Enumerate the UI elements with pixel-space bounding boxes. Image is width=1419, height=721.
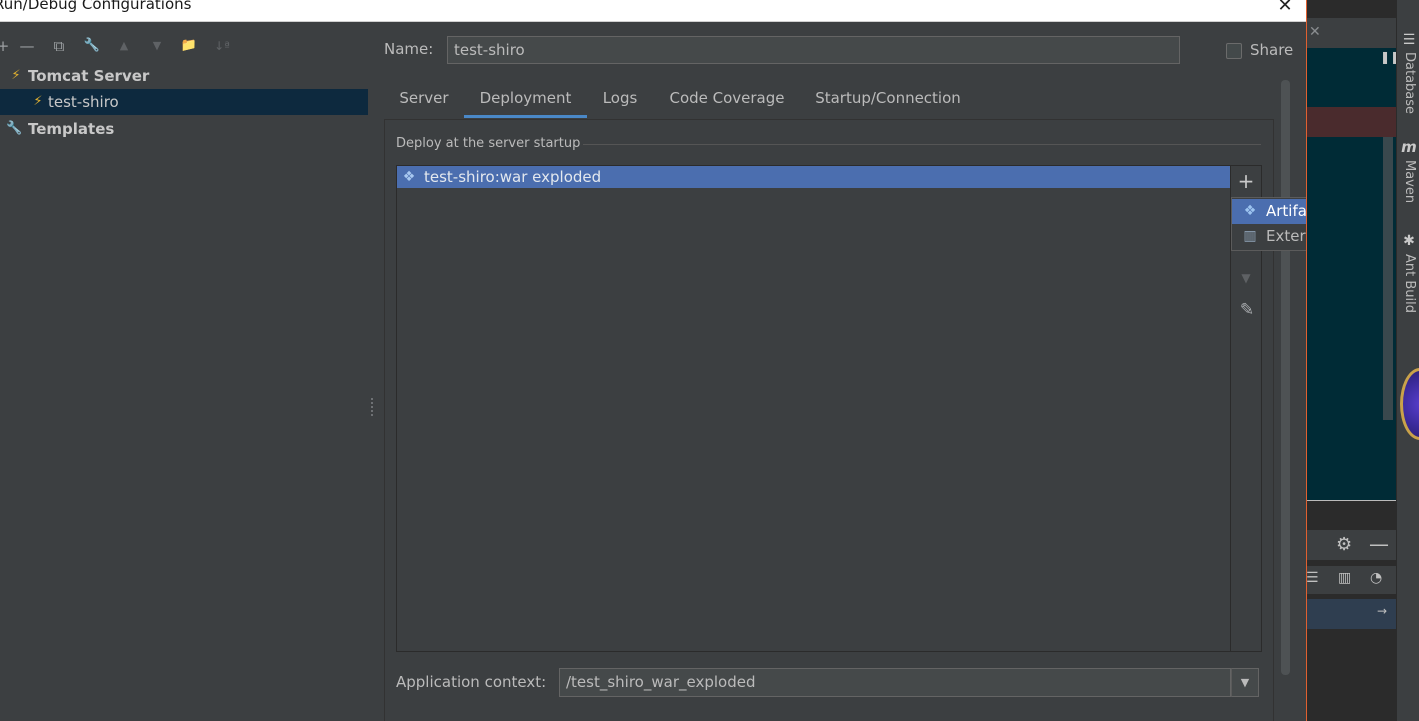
background-scrollbar: [1383, 137, 1393, 420]
tree-item-test-shiro[interactable]: ⚡ test-shiro: [0, 89, 368, 115]
wrench-icon: 🔧: [6, 121, 23, 136]
splitter-handle[interactable]: [371, 398, 375, 416]
columns-icon: ▥: [1338, 570, 1352, 586]
tree-item-label: Tomcat Server: [28, 67, 150, 85]
move-down-icon[interactable]: ▼: [1236, 271, 1256, 287]
tree-item-templates[interactable]: 🔧 Templates: [0, 116, 368, 142]
database-icon[interactable]: ☰: [1400, 32, 1418, 48]
group-divider: [583, 144, 1261, 145]
tree-toolbar: + — ⧉ 🔧 ▲ ▼ 📁 ↓ª: [0, 34, 368, 60]
tree-item-label: test-shiro: [48, 93, 119, 111]
background-divider: [1307, 500, 1396, 501]
list-item-label: test-shiro:war exploded: [424, 168, 602, 186]
maven-icon[interactable]: m: [1400, 138, 1418, 156]
folder-icon[interactable]: 📁: [178, 34, 200, 58]
deploy-list[interactable]: [396, 165, 1231, 652]
name-label: Name:: [384, 40, 434, 58]
artifact-icon: ❖: [402, 169, 416, 185]
share-checkbox[interactable]: [1226, 43, 1242, 59]
add-icon[interactable]: +: [0, 34, 14, 58]
ant-icon[interactable]: ✱: [1400, 233, 1418, 249]
artifact-icon: ❖: [1243, 203, 1257, 219]
arrow-icon: →: [1377, 604, 1388, 618]
deploy-group-title: Deploy at the server startup: [396, 136, 581, 151]
name-input[interactable]: test-shiro: [447, 36, 1180, 64]
share-label[interactable]: Share: [1250, 41, 1293, 59]
align-icon: ☰: [1306, 570, 1319, 586]
wrench-icon[interactable]: 🔧: [81, 34, 103, 58]
dialog-title-bar: [0, 0, 1306, 22]
tab-server[interactable]: Server: [392, 84, 456, 118]
database-tool-window[interactable]: Database: [1399, 52, 1417, 114]
tab-deployment[interactable]: Deployment: [464, 84, 587, 118]
copy-icon[interactable]: ⧉: [48, 34, 70, 58]
move-up-icon[interactable]: ▲: [113, 34, 135, 58]
pencil-icon[interactable]: ✎: [1236, 300, 1258, 322]
close-icon: ✕: [1309, 24, 1321, 40]
tab-code-coverage[interactable]: Code Coverage: [660, 84, 794, 118]
pane-splitter[interactable]: [370, 22, 376, 721]
sort-icon[interactable]: ↓ª: [211, 34, 233, 58]
minimize-icon: —: [1369, 532, 1389, 556]
application-context-input[interactable]: /test_shiro_war_exploded: [559, 668, 1231, 697]
tab-startup-connection[interactable]: Startup/Connection: [808, 84, 968, 118]
close-icon[interactable]: ✕: [1273, 0, 1297, 18]
panel-scrollbar[interactable]: [1281, 80, 1290, 675]
tree-item-label: Templates: [28, 120, 115, 138]
tab-logs[interactable]: Logs: [594, 84, 646, 118]
gauge-icon: ◔: [1370, 570, 1383, 586]
tree-item-tomcat-server[interactable]: ⚡ Tomcat Server: [0, 63, 368, 89]
tomcat-icon: ⚡: [11, 68, 21, 83]
add-icon[interactable]: +: [1235, 170, 1257, 192]
tomcat-icon: ⚡: [33, 94, 43, 109]
dialog-title: Run/Debug Configurations: [0, 0, 192, 13]
move-down-icon[interactable]: ▼: [146, 34, 168, 58]
remove-icon[interactable]: —: [16, 34, 38, 58]
background-highlight-line: [1307, 107, 1396, 137]
ant-build-tool-window[interactable]: Ant Build: [1399, 254, 1417, 313]
background-toolbar-2: [1307, 566, 1396, 594]
gear-icon: ⚙: [1336, 534, 1353, 555]
application-context-label: Application context:: [396, 673, 547, 691]
maven-tool-window[interactable]: Maven: [1399, 160, 1417, 203]
archive-icon: ▥: [1243, 228, 1257, 244]
chevron-down-icon[interactable]: ▼: [1231, 668, 1259, 697]
